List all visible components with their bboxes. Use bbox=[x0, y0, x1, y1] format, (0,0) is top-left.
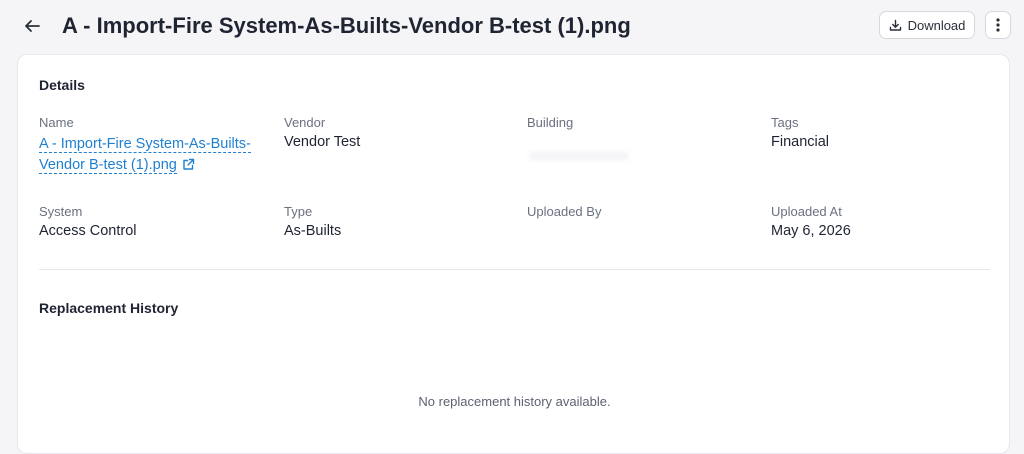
page-header: A - Import-Fire System-As-Builts-Vendor … bbox=[0, 0, 1024, 52]
vendor-label: Vendor bbox=[284, 115, 326, 130]
external-link-icon bbox=[183, 158, 195, 170]
file-name-text: A - Import-Fire System-As-Builts-Vendor … bbox=[39, 136, 251, 174]
file-name-link[interactable]: A - Import-Fire System-As-Builts-Vendor … bbox=[39, 134, 279, 176]
uploaded-by-label: Uploaded By bbox=[527, 204, 602, 219]
download-icon bbox=[889, 19, 901, 31]
tags-value: Financial bbox=[771, 134, 830, 150]
more-options-button[interactable] bbox=[985, 11, 1011, 39]
arrow-left-icon bbox=[25, 20, 40, 32]
download-label: Download bbox=[907, 17, 966, 33]
replacement-history-empty-message: No replacement history available. bbox=[418, 394, 611, 409]
name-label: Name bbox=[39, 115, 74, 130]
section-divider bbox=[39, 269, 990, 270]
uploaded-at-value: May 6, 2026 bbox=[771, 223, 851, 239]
tags-label: Tags bbox=[771, 115, 799, 130]
building-label: Building bbox=[527, 115, 574, 130]
details-card: Details Name A - Import-Fire System-As-B… bbox=[17, 54, 1010, 454]
replacement-history-heading: Replacement History bbox=[39, 300, 179, 316]
type-label: Type bbox=[284, 204, 313, 219]
page-title: A - Import-Fire System-As-Builts-Vendor … bbox=[62, 13, 631, 38]
download-button[interactable]: Download bbox=[879, 11, 975, 39]
details-heading: Details bbox=[39, 77, 85, 93]
building-value-redacted bbox=[529, 152, 629, 160]
type-value: As-Builts bbox=[284, 223, 342, 239]
system-label: System bbox=[39, 204, 83, 219]
back-button[interactable] bbox=[20, 14, 44, 38]
system-value: Access Control bbox=[39, 223, 137, 239]
vendor-value: Vendor Test bbox=[284, 134, 361, 150]
uploaded-at-label: Uploaded At bbox=[771, 204, 842, 219]
more-vertical-icon bbox=[996, 18, 1000, 32]
